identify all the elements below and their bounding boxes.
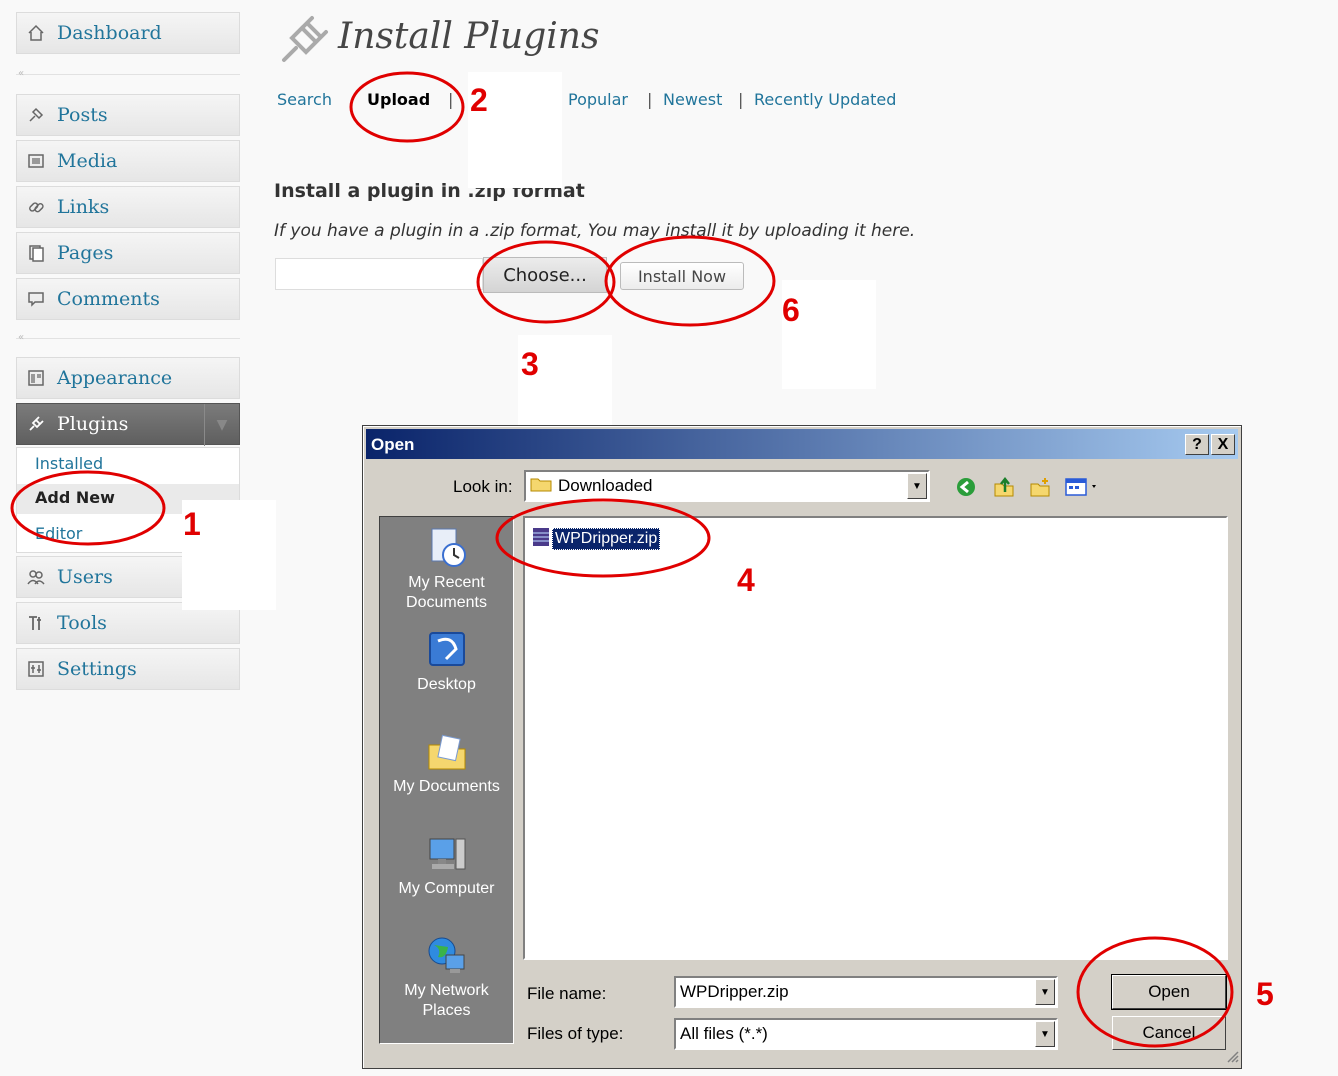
- annotation-step-5: 5: [1256, 976, 1274, 1012]
- annotation-step-6: 6: [782, 292, 800, 328]
- annotation-step-2: 2: [470, 82, 488, 118]
- annotation-step-3: 3: [521, 346, 539, 382]
- annotation-step-1: 1: [183, 506, 201, 542]
- annotation-step-4: 4: [737, 562, 755, 598]
